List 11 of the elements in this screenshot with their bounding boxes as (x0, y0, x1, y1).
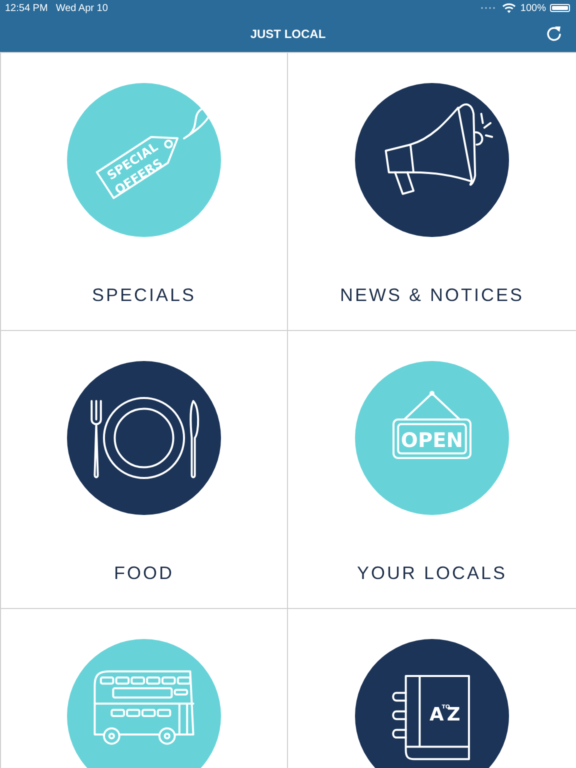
signal-icon (480, 6, 496, 10)
clock-time: 12:54 PM (5, 2, 48, 14)
battery-icon (550, 4, 570, 12)
menu-tile[interactable]: FOOD (0, 331, 288, 609)
screen-title: JUST LOCAL (250, 27, 326, 41)
battery-percent: 100% (520, 2, 546, 14)
date-text: Wed Apr 10 (56, 2, 108, 14)
refresh-button[interactable] (544, 24, 564, 44)
icon-text: OPEN (400, 428, 464, 452)
refresh-icon (545, 25, 563, 43)
wifi-icon (502, 3, 516, 13)
